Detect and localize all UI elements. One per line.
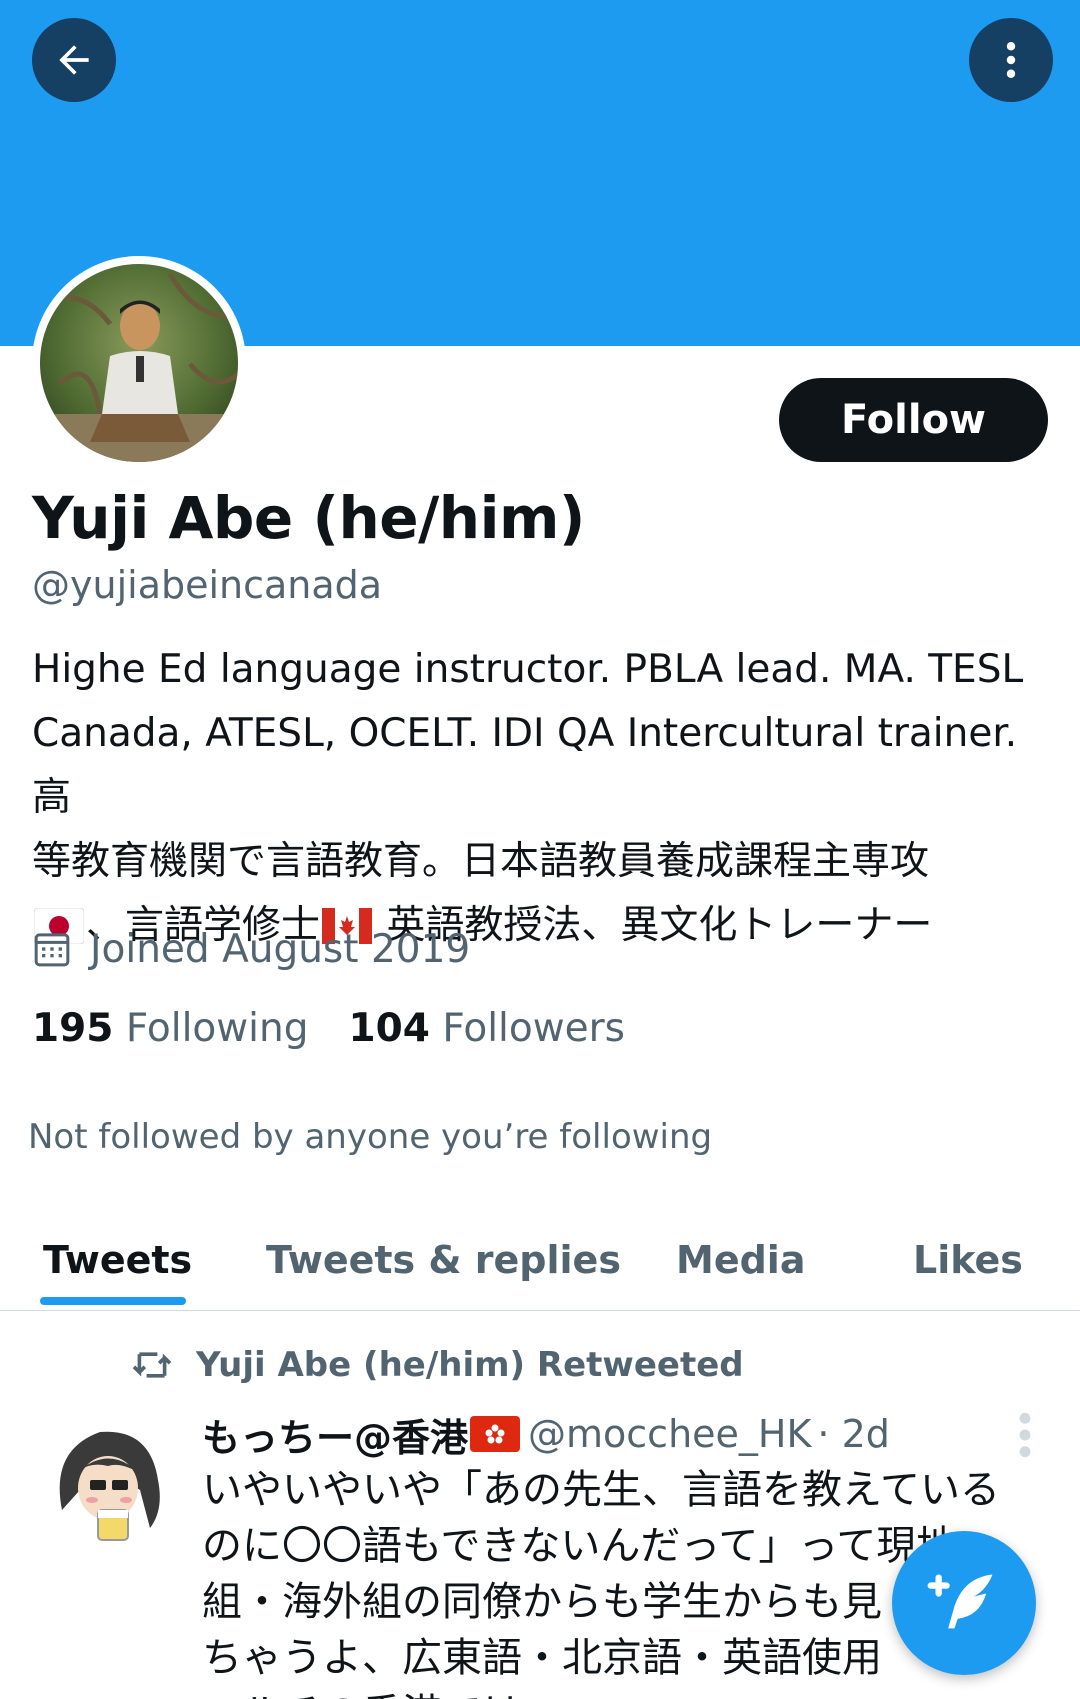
bio-line: Canada, ATESL, OCELT. IDI QA Intercultur…: [32, 711, 1018, 820]
followers-link[interactable]: 104 Followers: [348, 1006, 625, 1051]
active-tab-indicator: [40, 1297, 186, 1305]
profile-handle: @yujiabeincanada: [32, 563, 383, 607]
not-followed-note: Not followed by anyone you’re following: [28, 1117, 713, 1157]
vertical-dots-icon: [1006, 42, 1016, 78]
followers-label: Followers: [442, 1006, 625, 1051]
tweet-text-line: いやいやいや「あの先生、言語を教えている: [202, 1467, 1000, 1513]
following-count: 195: [32, 1006, 114, 1051]
bio-line: 等教育機関で言語教育。日本語教員養成課程主専攻: [32, 839, 930, 884]
following-label: Following: [125, 1006, 309, 1051]
follow-stats: 195 Following 104 Followers: [32, 1006, 625, 1051]
tab-tweets[interactable]: Tweets: [43, 1210, 192, 1310]
display-name: Yuji Abe (he/him): [32, 484, 585, 552]
retweet-icon: [132, 1352, 172, 1378]
following-link[interactable]: 195 Following: [32, 1006, 308, 1051]
tweet-author-name[interactable]: もっちー@香港: [202, 1407, 468, 1462]
tweet-time: · 2d: [817, 1412, 890, 1456]
follow-button[interactable]: Follow: [779, 378, 1048, 462]
avatar[interactable]: [32, 256, 246, 470]
retweet-context: Yuji Abe (he/him) Retweeted: [130, 1340, 744, 1390]
more-options-button[interactable]: [969, 18, 1053, 102]
tweet-header: もっちー@香港 @mocchee_HK · 2d: [202, 1406, 890, 1462]
bio-line: Highe Ed language instructor. PBLA lead.…: [32, 647, 1024, 692]
profile-photo: [40, 264, 238, 462]
tweet-more-icon[interactable]: [1010, 1410, 1040, 1460]
joined-text: Joined August 2019: [90, 926, 471, 972]
followers-count: 104: [348, 1006, 430, 1051]
compose-tweet-button[interactable]: [892, 1531, 1036, 1675]
tweet-text-line: マルチの香港では: [202, 1686, 1062, 1699]
retweeted-by[interactable]: Yuji Abe (he/him) Retweeted: [196, 1345, 744, 1385]
tab-media[interactable]: Media: [676, 1210, 805, 1310]
arrow-left-icon: [59, 45, 89, 75]
hong-kong-flag-icon: [470, 1416, 521, 1452]
tweet-author-handle[interactable]: @mocchee_HK: [528, 1412, 811, 1456]
tab-tweets-replies[interactable]: Tweets & replies: [266, 1210, 621, 1310]
joined-date: Joined August 2019: [32, 922, 470, 976]
calendar-icon: [34, 933, 70, 967]
tab-likes[interactable]: Likes: [913, 1210, 1023, 1310]
back-button[interactable]: [32, 18, 116, 102]
profile-tabs: Tweets Tweets & replies Media Likes: [0, 1210, 1080, 1311]
tweet-author-avatar[interactable]: [40, 1410, 174, 1544]
profile-bio: Highe Ed language instructor. PBLA lead.…: [32, 638, 1052, 958]
profile-page: Follow Yuji Abe (he/him) @yujiabeincanad…: [0, 0, 1080, 1699]
compose-tweet-icon: [927, 1574, 993, 1629]
